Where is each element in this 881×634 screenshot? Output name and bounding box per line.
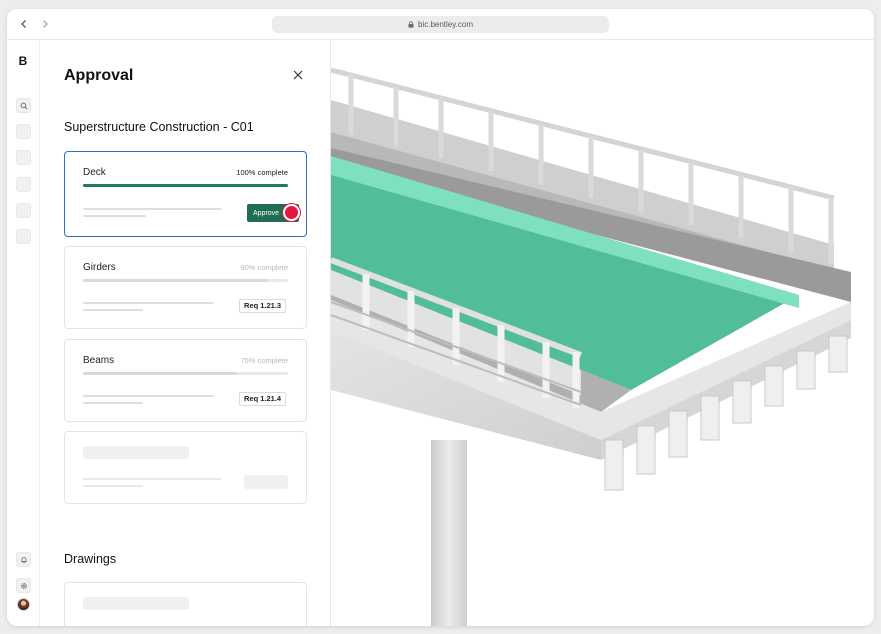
approval-card-beams[interactable]: Beams 75% complete Req 1.21.4 xyxy=(64,339,307,422)
rail-item-2[interactable] xyxy=(16,124,31,139)
search-icon[interactable] xyxy=(16,98,31,113)
close-icon[interactable] xyxy=(292,68,304,80)
url-text: bic.bentley.com xyxy=(418,20,473,29)
skeleton-title xyxy=(83,597,189,610)
approval-panel: Approval Superstructure Construction - C… xyxy=(40,40,331,626)
placeholder-line xyxy=(83,215,146,217)
placeholder-line xyxy=(83,208,222,210)
placeholder-line xyxy=(83,395,214,397)
card-name: Beams xyxy=(83,355,115,366)
request-badge[interactable]: Req 1.21.3 xyxy=(239,299,287,313)
gear-icon[interactable] xyxy=(16,578,31,593)
model-viewport[interactable] xyxy=(331,40,874,626)
bell-icon[interactable] xyxy=(16,552,31,567)
approval-card-girders[interactable]: Girders 90% complete Req 1.21.3 xyxy=(64,246,307,329)
section-title: Superstructure Construction - C01 xyxy=(64,120,254,134)
request-badge[interactable]: Req 1.21.4 xyxy=(239,392,287,406)
card-name: Girders xyxy=(83,262,116,273)
drawings-title: Drawings xyxy=(64,552,117,566)
rail-item-4[interactable] xyxy=(16,177,31,192)
progress-bar xyxy=(83,279,288,282)
avatar[interactable] xyxy=(17,598,30,611)
progress-fill xyxy=(83,279,268,282)
cursor-indicator xyxy=(283,204,300,221)
skeleton-title xyxy=(83,446,189,459)
placeholder-line xyxy=(83,485,143,487)
bridge-model xyxy=(331,67,851,626)
placeholder-line xyxy=(83,478,221,480)
app-rail: B xyxy=(7,40,40,626)
chevron-left-icon[interactable] xyxy=(17,17,31,31)
skeleton-card xyxy=(64,431,307,504)
lock-icon xyxy=(408,21,414,28)
card-status: 90% complete xyxy=(240,263,288,272)
approval-card-deck[interactable]: Deck 100% complete Approve xyxy=(64,151,307,237)
progress-fill xyxy=(83,184,288,187)
skeleton-card xyxy=(64,582,307,626)
card-status: 100% complete xyxy=(236,168,288,177)
progress-bar xyxy=(83,184,288,187)
browser-toolbar: bic.bentley.com xyxy=(7,9,874,40)
panel-title: Approval xyxy=(64,67,134,84)
placeholder-line xyxy=(83,309,143,311)
bentley-logo[interactable]: B xyxy=(16,54,30,68)
rail-item-6[interactable] xyxy=(16,229,31,244)
card-status: 75% complete xyxy=(240,356,288,365)
progress-bar xyxy=(83,372,288,375)
placeholder-line xyxy=(83,302,214,304)
pier-column xyxy=(431,440,467,626)
chevron-right-icon[interactable] xyxy=(38,17,52,31)
rail-item-5[interactable] xyxy=(16,203,31,218)
card-name: Deck xyxy=(83,167,106,178)
address-bar[interactable]: bic.bentley.com xyxy=(272,16,609,33)
rail-item-3[interactable] xyxy=(16,150,31,165)
browser-window: bic.bentley.com B Approval Superstructur… xyxy=(7,9,874,626)
placeholder-line xyxy=(83,402,143,404)
progress-fill xyxy=(83,372,237,375)
skeleton-badge xyxy=(244,475,288,489)
